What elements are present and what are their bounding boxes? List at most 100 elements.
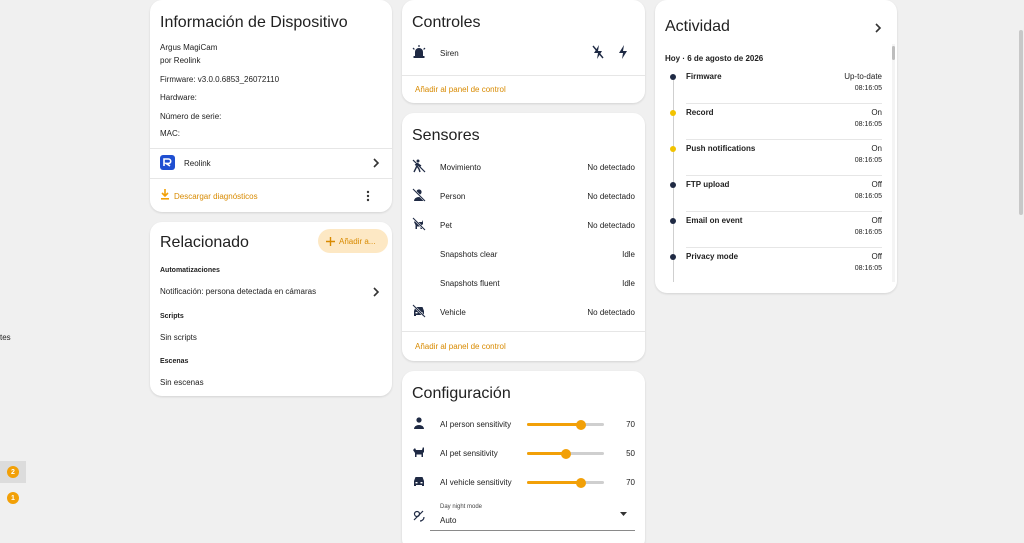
integration-row[interactable]: Reolink	[150, 152, 392, 176]
sensors-card: Sensores Movimiento No detectado Person …	[402, 113, 645, 361]
config-row-person-sensitivity: AI person sensitivity 70	[402, 415, 645, 433]
activity-state: Off	[871, 180, 882, 189]
divider	[686, 175, 882, 176]
sensor-value: No detectado	[587, 308, 635, 317]
activity-card: Actividad Hoy · 6 de agosto de 2026 Firm…	[655, 0, 897, 293]
sensor-label: Snapshots clear	[440, 250, 498, 259]
scripts-heading: Scripts	[160, 313, 184, 320]
device-info-title: Información de Dispositivo	[160, 14, 348, 31]
day-night-select[interactable]: Day night mode Auto	[430, 501, 635, 531]
sensor-value: Idle	[622, 279, 635, 288]
config-value: 50	[626, 449, 635, 458]
add-to-label: Añadir a...	[339, 236, 376, 246]
divider	[686, 139, 882, 140]
activity-item[interactable]: Privacy mode Off 08:16:05	[655, 250, 897, 280]
device-mac: MAC:	[160, 129, 180, 138]
activity-title: Actividad	[665, 18, 730, 35]
activity-time: 08:16:05	[854, 265, 882, 272]
slider-thumb[interactable]	[575, 419, 586, 430]
flash-off-icon[interactable]	[592, 45, 604, 59]
configuration-title: Configuración	[412, 385, 511, 402]
sensor-row-motion[interactable]: Movimiento No detectado	[402, 158, 645, 176]
activity-entity: Email on event	[686, 216, 743, 225]
activity-item[interactable]: Record On 08:16:05	[655, 106, 897, 136]
divider	[686, 211, 882, 212]
rail-badge-settings[interactable]: 1	[7, 492, 19, 504]
activity-time: 08:16:05	[854, 157, 882, 164]
sensor-value: No detectado	[587, 221, 635, 230]
controls-add-panel-link[interactable]: Añadir al panel de control	[415, 85, 506, 94]
sensor-row-person[interactable]: Person No detectado	[402, 187, 645, 205]
divider	[150, 178, 392, 179]
pet-icon	[412, 445, 426, 459]
config-label: AI person sensitivity	[440, 420, 512, 429]
sensor-label: Person	[440, 192, 466, 201]
slider-thumb[interactable]	[575, 477, 586, 488]
timeline-dot	[670, 146, 676, 152]
siren-icon	[412, 45, 426, 59]
device-model: Argus MagiCam	[160, 43, 218, 52]
chevron-right-icon[interactable]	[874, 23, 882, 33]
config-value: 70	[626, 478, 635, 487]
activity-entity: Push notifications	[686, 144, 756, 153]
scripts-empty: Sin scripts	[160, 333, 197, 342]
automation-item[interactable]: Notificación: persona detectada en cámar…	[150, 284, 392, 300]
car-icon	[412, 474, 426, 488]
config-row-vehicle-sensitivity: AI vehicle sensitivity 70	[402, 473, 645, 491]
download-diagnostics-button[interactable]: Descargar diagnósticos	[150, 186, 392, 206]
pet-sensitivity-slider[interactable]	[527, 448, 604, 459]
activity-time: 08:16:05	[854, 193, 882, 200]
device-serial: Número de serie:	[160, 112, 222, 121]
rail-partial-label[interactable]: tes	[0, 333, 11, 342]
add-to-button[interactable]: Añadir a...	[318, 229, 388, 253]
flash-on-icon[interactable]	[618, 45, 628, 59]
activity-time: 08:16:05	[854, 85, 882, 92]
activity-item[interactable]: FTP upload Off 08:16:05	[655, 178, 897, 208]
person-sensitivity-slider[interactable]	[527, 419, 604, 430]
automation-item-label: Notificación: persona detectada en cámar…	[160, 287, 317, 296]
person-icon	[412, 416, 426, 430]
activity-item[interactable]: Email on event Off 08:16:05	[655, 214, 897, 244]
timeline-dot	[670, 74, 676, 80]
divider	[402, 331, 645, 332]
controls-title: Controles	[412, 14, 481, 31]
device-hardware: Hardware:	[160, 93, 197, 102]
activity-entity: Privacy mode	[686, 252, 739, 261]
activity-entity: FTP upload	[686, 180, 730, 189]
sensor-row-snapshots-clear[interactable]: Snapshots clear Idle	[402, 245, 645, 263]
more-vert-icon[interactable]	[366, 190, 370, 202]
dropdown-arrow-icon	[620, 512, 627, 516]
plus-icon	[326, 236, 335, 246]
motion-icon	[412, 159, 426, 173]
related-title: Relacionado	[160, 234, 249, 251]
activity-item[interactable]: Push notifications On 08:16:05	[655, 142, 897, 172]
sensors-add-panel-link[interactable]: Añadir al panel de control	[415, 342, 506, 351]
scenes-heading: Escenas	[160, 358, 189, 365]
download-icon	[160, 189, 170, 200]
sensor-row-vehicle[interactable]: Vehicle No detectado	[402, 303, 645, 321]
activity-state: On	[871, 144, 882, 153]
rail-badge-notifications[interactable]: 2	[7, 466, 19, 478]
device-info-card: Información de Dispositivo Argus MagiCam…	[150, 0, 392, 212]
page-scrollbar[interactable]	[1019, 30, 1023, 215]
automations-heading: Automatizaciones	[160, 267, 220, 274]
activity-state: Up-to-date	[844, 72, 882, 81]
sensor-row-pet[interactable]: Pet No detectado	[402, 216, 645, 234]
sensor-value: No detectado	[587, 163, 635, 172]
sensor-label: Movimiento	[440, 163, 481, 172]
select-label: Day night mode	[440, 504, 483, 510]
vehicle-sensitivity-slider[interactable]	[527, 477, 604, 488]
timeline-dot	[670, 110, 676, 116]
activity-entity: Firmware	[686, 72, 722, 81]
reolink-logo-icon	[160, 155, 175, 170]
config-value: 70	[626, 420, 635, 429]
config-row-pet-sensitivity: AI pet sensitivity 50	[402, 444, 645, 462]
related-card: Relacionado Añadir a... Automatizaciones…	[150, 222, 392, 396]
divider	[150, 148, 392, 149]
activity-item[interactable]: Firmware Up-to-date 08:16:05	[655, 70, 897, 100]
activity-date: Hoy · 6 de agosto de 2026	[665, 54, 764, 63]
day-night-icon	[412, 509, 426, 523]
device-maker: por Reolink	[160, 56, 201, 65]
sensor-row-snapshots-fluent[interactable]: Snapshots fluent Idle	[402, 274, 645, 292]
slider-thumb[interactable]	[560, 448, 571, 459]
